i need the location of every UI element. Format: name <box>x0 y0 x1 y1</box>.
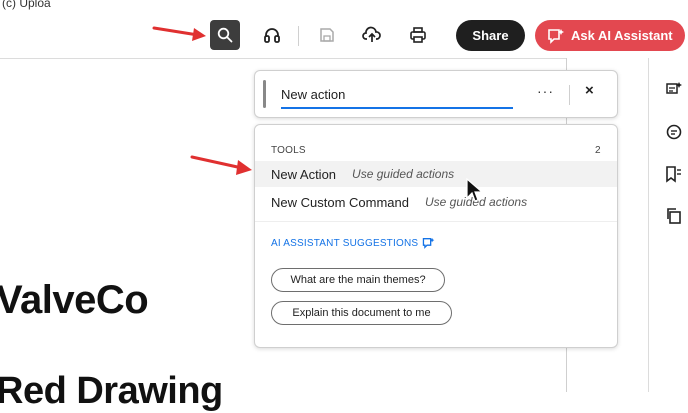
print-icon <box>410 27 426 43</box>
top-toolbar: Share Ask AI Assistant <box>0 10 688 60</box>
rail-ai-button[interactable] <box>664 80 684 100</box>
tools-section-label: TOOLS <box>271 145 306 156</box>
ai-suggestions-text: AI ASSISTANT SUGGESTIONS <box>271 237 419 249</box>
ai-assistant-icon <box>423 237 435 249</box>
right-rail-divider <box>648 58 649 392</box>
share-button[interactable]: Share <box>456 20 525 51</box>
toolbar-divider <box>298 26 299 46</box>
save-button[interactable] <box>312 20 342 50</box>
print-button[interactable] <box>403 20 433 50</box>
mouse-cursor-icon <box>466 178 484 202</box>
annotation-arrow-icon <box>152 26 206 41</box>
suggestion-chip-explain-document[interactable]: Explain this document to me <box>271 301 452 325</box>
ask-ai-assistant-button[interactable]: Ask AI Assistant <box>535 20 685 51</box>
search-input[interactable] <box>281 83 513 105</box>
search-results-panel: TOOLS 2 New Action Use guided actions Ne… <box>254 124 618 348</box>
rail-comment-button[interactable] <box>664 122 684 142</box>
result-hint: Use guided actions <box>352 167 455 181</box>
search-icon <box>217 27 233 43</box>
ai-assistant-icon <box>548 28 564 44</box>
comment-icon <box>666 124 682 140</box>
search-accent-bar <box>263 80 266 108</box>
headphones-icon <box>264 28 280 43</box>
annotation-arrow-icon <box>190 155 252 175</box>
document-heading: ValveCo <box>0 278 149 322</box>
document-top-border <box>0 58 566 59</box>
cloud-upload-icon <box>362 26 381 42</box>
result-title: New Custom Command <box>271 194 409 210</box>
search-divider <box>569 85 570 105</box>
close-search-button[interactable]: × <box>585 82 594 99</box>
result-title: New Action <box>271 166 337 182</box>
search-button[interactable] <box>210 20 240 50</box>
page-caption: (c) Uploa <box>2 0 51 10</box>
rail-copy-button[interactable] <box>664 206 684 226</box>
save-icon <box>320 28 334 42</box>
bookmark-list-icon <box>666 166 681 183</box>
suggestion-chip-main-themes[interactable]: What are the main themes? <box>271 268 445 292</box>
search-panel: ··· × <box>254 70 618 118</box>
read-aloud-button[interactable] <box>257 20 287 50</box>
search-input-focus-underline <box>281 107 513 109</box>
upload-button[interactable] <box>357 20 387 50</box>
ask-ai-label: Ask AI Assistant <box>571 28 673 43</box>
tools-count: 2 <box>595 145 601 156</box>
copy-pages-icon <box>667 208 681 224</box>
more-options-button[interactable]: ··· <box>537 83 554 99</box>
results-divider <box>255 221 617 222</box>
result-new-custom-command[interactable]: New Custom Command Use guided actions <box>255 189 617 215</box>
ai-assistant-icon <box>666 82 682 94</box>
result-new-action[interactable]: New Action Use guided actions <box>255 161 617 187</box>
ai-suggestions-label: AI ASSISTANT SUGGESTIONS <box>271 237 435 249</box>
rail-bookmark-button[interactable] <box>664 164 684 184</box>
